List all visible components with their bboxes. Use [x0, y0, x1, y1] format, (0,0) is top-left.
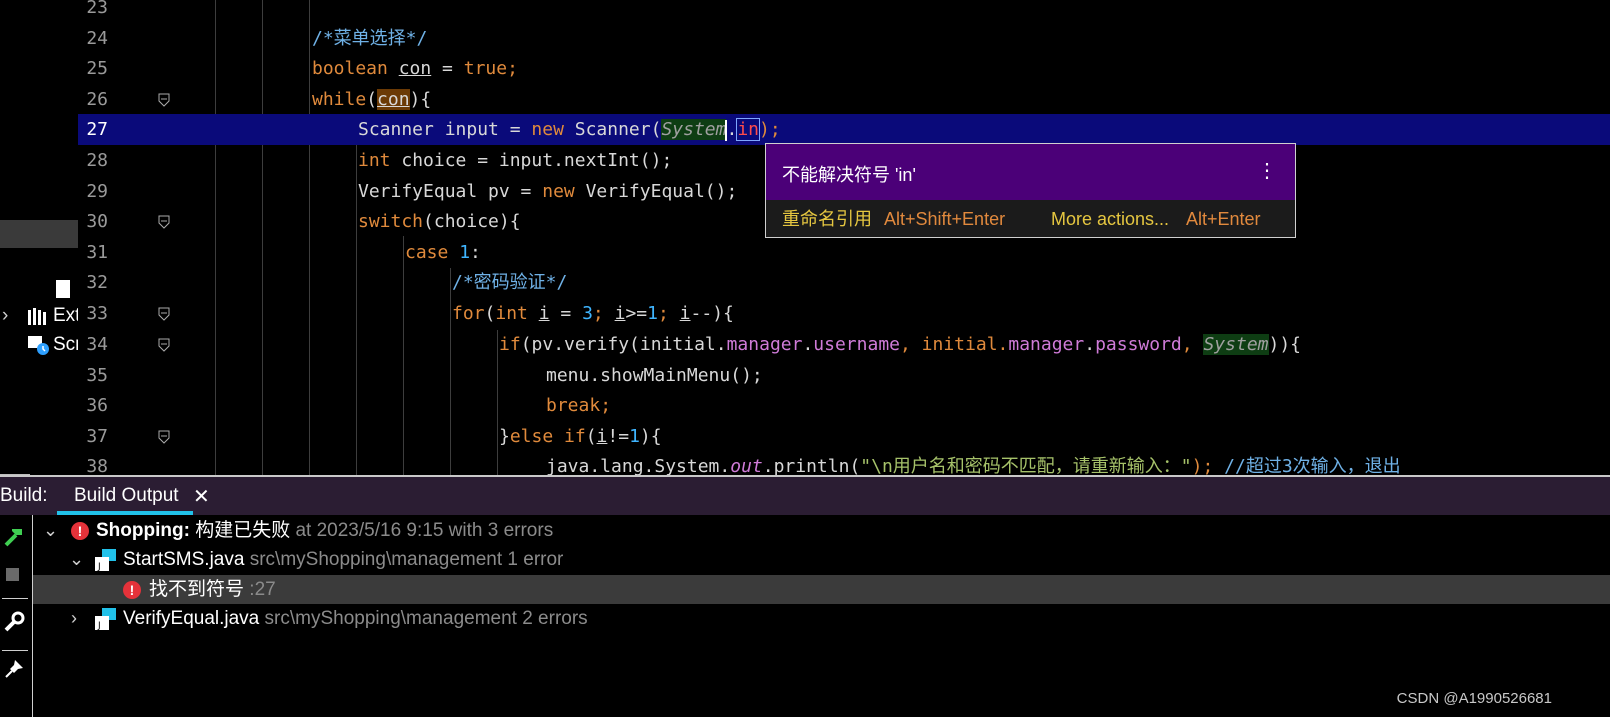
current-code-line: 27 Scanner input = new Scanner(System.in… [78, 114, 1610, 145]
file-name: StartSMS.java [123, 549, 245, 570]
code-text: if(pv.verify(initial.manager.username, i… [499, 334, 1302, 355]
line-number: 36 [86, 395, 108, 416]
project-tool-window: › Ext Scr [0, 0, 78, 488]
code-line: 33 for(int i = 3; i>=1; i--){ [78, 298, 1610, 329]
line-number: 27 [86, 119, 108, 140]
tree-item-label: Ext [53, 305, 78, 326]
code-text: while(con){ [312, 89, 432, 110]
code-text: VerifyEqual pv = new VerifyEqual(); [358, 181, 738, 202]
project-name: Shopping: [96, 520, 190, 541]
code-line: 31 case 1: [78, 237, 1610, 268]
line-number: 23 [86, 0, 108, 18]
line-number: 37 [86, 426, 108, 447]
svg-text:J: J [97, 621, 101, 630]
code-editor[interactable]: 23 24 /*菜单选择*/ 25 boolean con = true; 26… [78, 0, 1610, 488]
file-detail: src\myShopping\management 1 error [244, 549, 564, 570]
code-line: 23 [78, 0, 1610, 23]
project-tree-selection [0, 220, 78, 248]
hammer-icon[interactable] [2, 525, 26, 549]
unresolved-symbol: in [736, 118, 761, 141]
code-text: break; [546, 395, 612, 416]
error-message: 找不到符号 [149, 579, 245, 600]
error-popup: 不能解决符号 'in' ⋮ 重命名引用 Alt+Shift+Enter More… [765, 143, 1296, 238]
line-number: 28 [86, 150, 108, 171]
fold-icon[interactable] [158, 214, 170, 229]
build-toolbar [0, 515, 33, 717]
svg-text:J: J [97, 562, 101, 571]
file-node[interactable]: › J VerifyEqual.java src\myShopping\mana… [33, 604, 1610, 633]
line-number: 24 [86, 28, 108, 49]
fold-icon[interactable] [158, 337, 170, 352]
chevron-right-icon[interactable]: › [71, 604, 77, 633]
line-number: 29 [86, 181, 108, 202]
build-output-tree[interactable]: ⌄ ! Shopping: 构建已失败 at 2023/5/16 9:15 wi… [33, 515, 1610, 717]
code-text: int choice = input.nextInt(); [358, 150, 673, 171]
build-panel-title: Build: [0, 485, 48, 506]
line-number: 34 [86, 334, 108, 355]
tree-item-label: Scr [53, 334, 78, 355]
popup-actions: 重命名引用 Alt+Shift+Enter More actions... Al… [766, 202, 1295, 236]
file-icon [56, 280, 70, 298]
chevron-right-icon[interactable]: › [2, 305, 8, 327]
tab-build-output[interactable]: Build Output ✕ [57, 477, 210, 515]
error-icon: ! [123, 575, 141, 604]
chevron-down-icon[interactable]: ⌄ [43, 516, 58, 545]
line-number: 31 [86, 242, 108, 263]
code-text: for(int i = 3; i>=1; i--){ [452, 303, 734, 324]
code-line: 36 break; [78, 390, 1610, 421]
code-line: 24 /*菜单选择*/ [78, 23, 1610, 54]
code-text: case 1: [405, 242, 481, 263]
kebab-menu-icon[interactable]: ⋮ [1257, 161, 1277, 181]
fold-icon[interactable] [158, 429, 170, 444]
code-line: 32 /*密码验证*/ [78, 267, 1610, 298]
line-number: 32 [86, 272, 108, 293]
scratches-icon [28, 336, 50, 356]
code-text: }else if(i!=1){ [499, 426, 662, 447]
popup-header: 不能解决符号 'in' ⋮ [766, 144, 1295, 200]
code-line: 35 menu.showMainMenu(); [78, 360, 1610, 391]
code-text: menu.showMainMenu(); [546, 365, 763, 386]
more-actions-link[interactable]: More actions... [1051, 202, 1169, 236]
stop-icon[interactable] [6, 568, 19, 581]
code-line: 34 if(pv.verify(initial.manager.username… [78, 329, 1610, 360]
code-text: boolean con = true; [312, 58, 518, 79]
build-root-node[interactable]: ⌄ ! Shopping: 构建已失败 at 2023/5/16 9:15 wi… [33, 516, 1610, 545]
error-line: :27 [244, 579, 276, 600]
build-panel-header: Build: Build Output ✕ [0, 477, 1610, 515]
fold-icon[interactable] [158, 306, 170, 321]
java-file-icon: J [95, 549, 117, 572]
watermark: CSDN @A1990526681 [1396, 690, 1552, 707]
code-text: /*菜单选择*/ [312, 28, 428, 49]
file-detail: src\myShopping\management 2 errors [259, 608, 588, 629]
code-line: 26 while(con){ [78, 84, 1610, 115]
chevron-down-icon[interactable]: ⌄ [69, 545, 84, 574]
code-line: 37 }else if(i!=1){ [78, 421, 1610, 452]
error-message: 不能解决符号 'in' [782, 165, 916, 185]
line-number: 25 [86, 58, 108, 79]
line-number: 35 [86, 365, 108, 386]
error-node[interactable]: ! 找不到符号 :27 [33, 575, 1610, 604]
line-number: 26 [86, 89, 108, 110]
code-text: switch(choice){ [358, 211, 521, 232]
build-detail: at 2023/5/16 9:15 with 3 errors [290, 520, 554, 541]
code-text: /*密码验证*/ [452, 272, 568, 293]
pin-icon[interactable] [3, 658, 25, 680]
tab-label: Build Output [74, 485, 179, 506]
rename-shortcut: Alt+Shift+Enter [884, 209, 1006, 229]
library-icon [28, 308, 48, 325]
build-status: 构建已失败 [189, 520, 291, 541]
file-name: VerifyEqual.java [123, 608, 260, 629]
error-icon: ! [71, 516, 89, 545]
file-node[interactable]: ⌄ J StartSMS.java src\myShopping\managem… [33, 545, 1610, 574]
wrench-icon[interactable] [3, 611, 25, 633]
line-number: 33 [86, 303, 108, 324]
fold-icon[interactable] [158, 92, 170, 107]
code-line: 25 boolean con = true; [78, 53, 1610, 84]
close-icon[interactable]: ✕ [193, 484, 210, 509]
rename-reference-action[interactable]: 重命名引用 [782, 202, 872, 236]
java-file-icon: J [95, 608, 117, 631]
code-text: Scanner input = new Scanner(System.in); [358, 118, 781, 141]
line-number: 30 [86, 211, 108, 232]
more-actions-shortcut: Alt+Enter [1186, 209, 1261, 229]
